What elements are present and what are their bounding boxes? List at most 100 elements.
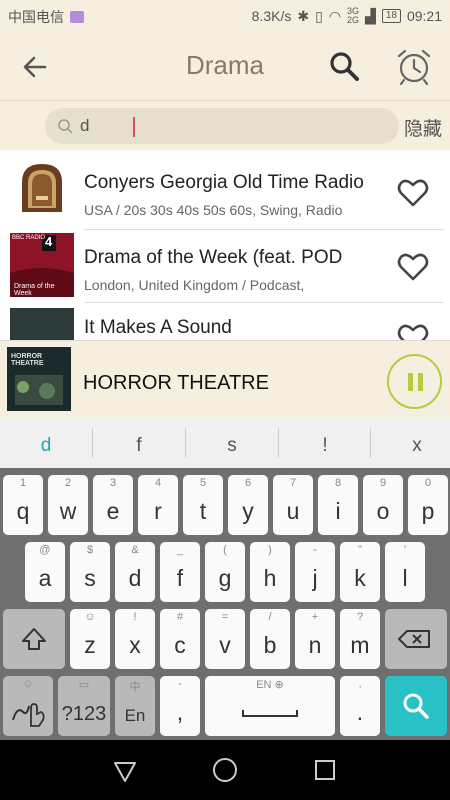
handwriting-icon (12, 703, 45, 727)
search-icon (58, 119, 73, 134)
battery-icon: 18 (381, 9, 401, 23)
suggestion-item[interactable]: f (93, 418, 185, 468)
nav-recents-button[interactable] (310, 755, 340, 785)
key-q[interactable]: 1q (3, 475, 43, 535)
language-key[interactable]: 中 En (115, 676, 155, 736)
list-item[interactable]: BBC RADIO 4 Drama of the Week Drama of t… (0, 230, 450, 304)
station-subtitle: London, United Kingdom / Podcast, (84, 277, 305, 293)
key-s[interactable]: $ s (70, 542, 110, 602)
triangle-back-icon (114, 762, 136, 782)
page-title: Drama (185, 50, 264, 80)
status-bar: 中国电信 8.3K/s ✱ ▯ ◠ 3G 2G ▟ 18 09:21 (0, 0, 450, 32)
station-title: Drama of the Week (feat. POD (84, 247, 343, 268)
key-c[interactable]: # c (160, 609, 200, 669)
search-input[interactable]: d (45, 108, 399, 144)
square-recents-icon (315, 760, 335, 780)
space-key[interactable]: EN ⊕ (205, 676, 335, 736)
signal-icon: ▟ (365, 7, 376, 24)
key-k[interactable]: " k (340, 542, 380, 602)
symbols-key[interactable]: ▭ ?123 (58, 676, 110, 736)
circle-home-icon (213, 758, 237, 782)
key-o[interactable]: 9o (363, 475, 403, 535)
channel-badge: 4 (45, 234, 53, 249)
clock: 09:21 (406, 8, 442, 24)
key-x[interactable]: ! x (115, 609, 155, 669)
shift-key[interactable] (3, 609, 65, 669)
search-row: d 隐藏 (0, 100, 450, 150)
suggestion-item[interactable]: d (0, 418, 92, 468)
key-m[interactable]: ? m (340, 609, 380, 669)
bbc-logo: BBC RADIO (12, 235, 46, 241)
key-r[interactable]: 4r (138, 475, 178, 535)
list-item[interactable]: It Makes A Sound (0, 303, 450, 340)
station-list[interactable]: Conyers Georgia Old Time Radio USA / 20s… (0, 150, 450, 340)
heart-outline-icon (397, 179, 429, 207)
suggestion-bar: d f s ! x (0, 418, 450, 468)
system-nav-bar (0, 740, 450, 800)
key-n[interactable]: + n (295, 609, 335, 669)
now-playing-title: HORROR THEATRE (83, 372, 269, 394)
network-type-label: 3G 2G (347, 6, 360, 25)
station-title: Conyers Georgia Old Time Radio (84, 172, 364, 193)
pause-button[interactable] (387, 354, 442, 409)
now-playing-art: HORROR THEATRE (7, 347, 71, 411)
thumb-caption: Drama of the Week (14, 283, 55, 297)
sleep-timer-button[interactable] (394, 46, 434, 86)
key-p[interactable]: 0p (408, 475, 448, 535)
art-text: HORROR THEATRE (11, 353, 44, 367)
handwriting-key[interactable]: ☺ (3, 676, 53, 736)
station-title: It Makes A Sound (84, 317, 232, 338)
suggestion-item[interactable]: s (186, 418, 278, 468)
key-z[interactable]: ☺ z (70, 609, 110, 669)
mini-player[interactable]: HORROR THEATRE HORROR THEATRE (0, 340, 450, 418)
search-button[interactable] (326, 48, 362, 84)
key-v[interactable]: = v (205, 609, 245, 669)
period-key[interactable]: , . (340, 676, 380, 736)
station-thumbnail: BBC RADIO 4 Drama of the Week (10, 233, 74, 297)
station-thumbnail (10, 308, 74, 340)
bluetooth-icon: ✱ (297, 7, 310, 24)
search-icon (403, 693, 429, 719)
hide-button[interactable]: 隐藏 (404, 114, 442, 141)
key-i[interactable]: 8i (318, 475, 358, 535)
comma-key[interactable]: - , (160, 676, 200, 736)
backspace-key[interactable] (385, 609, 447, 669)
search-value: d (80, 116, 90, 135)
favorite-button[interactable] (396, 250, 430, 284)
key-j[interactable]: -j (295, 542, 335, 602)
space-bar-icon (242, 710, 298, 717)
key-y[interactable]: 6y (228, 475, 268, 535)
key-a[interactable]: @ a (25, 542, 65, 602)
key-t[interactable]: 5t (183, 475, 223, 535)
search-enter-key[interactable] (385, 676, 447, 736)
soft-keyboard: 1q 2w 3e 4r 5t 6y 7u 8i 9o 0p @ a $ s & d _… (0, 468, 450, 740)
nav-back-button[interactable] (110, 755, 140, 785)
station-thumbnail (10, 160, 74, 214)
carrier-label: 中国电信 (8, 9, 64, 25)
suggestion-item[interactable]: x (371, 418, 450, 468)
heart-outline-icon (397, 253, 429, 281)
key-f[interactable]: _ f (160, 542, 200, 602)
favorite-button[interactable] (396, 321, 430, 340)
search-icon (330, 52, 359, 81)
suggestion-item[interactable]: ! (279, 418, 371, 468)
key-e[interactable]: 3e (93, 475, 133, 535)
key-b[interactable]: / b (250, 609, 290, 669)
key-d[interactable]: & d (115, 542, 155, 602)
heart-outline-icon (397, 324, 429, 340)
backspace-icon (398, 630, 430, 648)
key-u[interactable]: 7u (273, 475, 313, 535)
old-radio-image (22, 164, 62, 212)
key-w[interactable]: 2w (48, 475, 88, 535)
key-h[interactable]: ) h (250, 542, 290, 602)
text-cursor (133, 117, 135, 137)
key-g[interactable]: (g (205, 542, 245, 602)
nav-home-button[interactable] (210, 755, 240, 785)
list-item[interactable]: Conyers Georgia Old Time Radio USA / 20s… (0, 150, 450, 224)
app-bar: Drama (0, 32, 450, 100)
favorite-button[interactable] (396, 176, 430, 210)
network-speed: 8.3K/s (251, 8, 292, 24)
vibrate-icon: ▯ (315, 7, 323, 24)
key-l[interactable]: ' l (385, 542, 425, 602)
message-icon (70, 11, 84, 23)
